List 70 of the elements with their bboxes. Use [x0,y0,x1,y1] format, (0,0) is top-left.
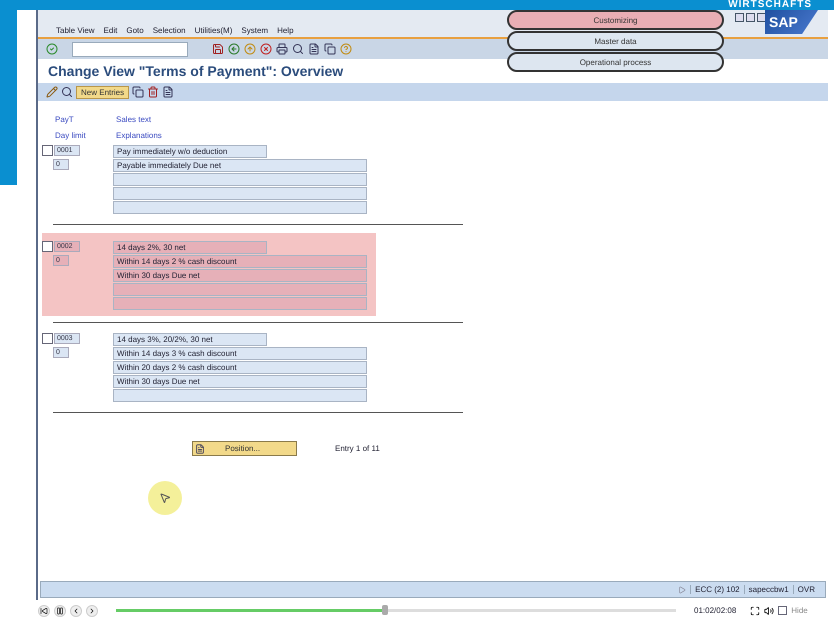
row-checkbox[interactable] [42,145,53,156]
document-icon[interactable] [308,43,320,55]
skip-back-button[interactable] [38,604,50,616]
explanation-field[interactable]: Within 14 days 3 % cash discount [113,347,367,360]
sales-text-field[interactable]: 14 days 2%, 30 net [113,241,267,254]
chevron-left-icon [72,606,80,614]
print-icon[interactable] [276,43,288,55]
explanation-field[interactable] [113,187,367,200]
row-checkbox[interactable] [42,333,53,344]
column-header: Explanations [116,130,162,140]
explanation-field[interactable]: Within 30 days Due net [113,375,367,388]
explanation-field[interactable] [113,283,367,296]
hide-checkbox[interactable] [778,606,788,615]
explanation-field[interactable] [113,389,367,402]
skip-back-icon [40,606,48,614]
column-header: PayT [54,114,75,124]
column-header: Sales text [116,114,152,124]
row-checkbox[interactable] [42,241,53,252]
new-entries-button[interactable]: New Entries [76,86,130,98]
menu-item[interactable]: Edit [104,26,118,35]
menu-item[interactable]: Utilities(M) [194,26,232,35]
menu-item[interactable]: Table View [56,26,95,35]
document-icon [195,444,205,454]
menu-item[interactable]: Selection [152,26,186,35]
pause-icon [56,606,64,614]
entry-count: Entry 1 of 11 [335,444,380,453]
explanation-field[interactable] [113,201,367,214]
back-icon[interactable] [228,43,240,55]
sales-text-field[interactable]: 14 days 3%, 20/2%, 30 net [113,333,267,346]
cancel-icon[interactable] [260,43,272,55]
sales-text-field[interactable]: Pay immediately w/o deduction [113,145,267,158]
process-button[interactable]: Customizing [507,10,724,30]
process-button[interactable]: Master data [507,31,724,51]
menu-item[interactable]: Help [277,26,294,35]
document-icon[interactable] [162,86,174,98]
save-icon[interactable] [212,43,224,55]
explanation-field[interactable]: Within 30 days Due net [113,269,367,282]
explanation-field[interactable]: Within 14 days 2 % cash discount [113,255,367,268]
copy-icon[interactable] [132,86,144,98]
pencil-icon[interactable] [46,86,58,98]
menu-item[interactable]: System [241,26,268,35]
check-icon[interactable] [46,43,58,55]
pause-button[interactable] [54,604,66,616]
explanation-field[interactable]: Payable immediately Due net [113,159,367,172]
explanation-field[interactable] [113,173,367,186]
column-header: Day limit [54,130,87,140]
menu-item[interactable]: Goto [126,26,144,35]
system-info: ECC (2) 102 [690,585,740,594]
process-button[interactable]: Operational process [507,52,724,72]
cursor-highlight-icon [148,481,182,515]
frame-logo: WIRTSCHAFTS [728,0,812,10]
volume-icon[interactable] [764,606,774,616]
search-icon[interactable] [292,43,304,55]
explanation-field[interactable] [113,297,367,310]
screen-title: Change View "Terms of Payment": Overview [48,63,344,79]
server-info: sapeccbw1 [744,585,789,594]
command-field[interactable] [72,42,188,56]
progress-thumb[interactable] [382,605,388,615]
fullscreen-icon[interactable] [750,606,760,616]
chevron-right-icon [88,606,96,614]
playback-time: 01:02/02:08 [694,606,736,615]
previous-button[interactable] [70,604,82,616]
copy-icon[interactable] [324,43,336,55]
delete-icon[interactable] [147,86,160,98]
search-icon[interactable] [61,86,73,98]
mode-info: OVR [792,585,815,594]
position-button[interactable]: Position... [192,441,297,456]
hide-label: Hide [791,606,808,615]
next-button[interactable] [86,604,98,616]
explanation-field[interactable]: Within 20 days 2 % cash discount [113,361,367,374]
